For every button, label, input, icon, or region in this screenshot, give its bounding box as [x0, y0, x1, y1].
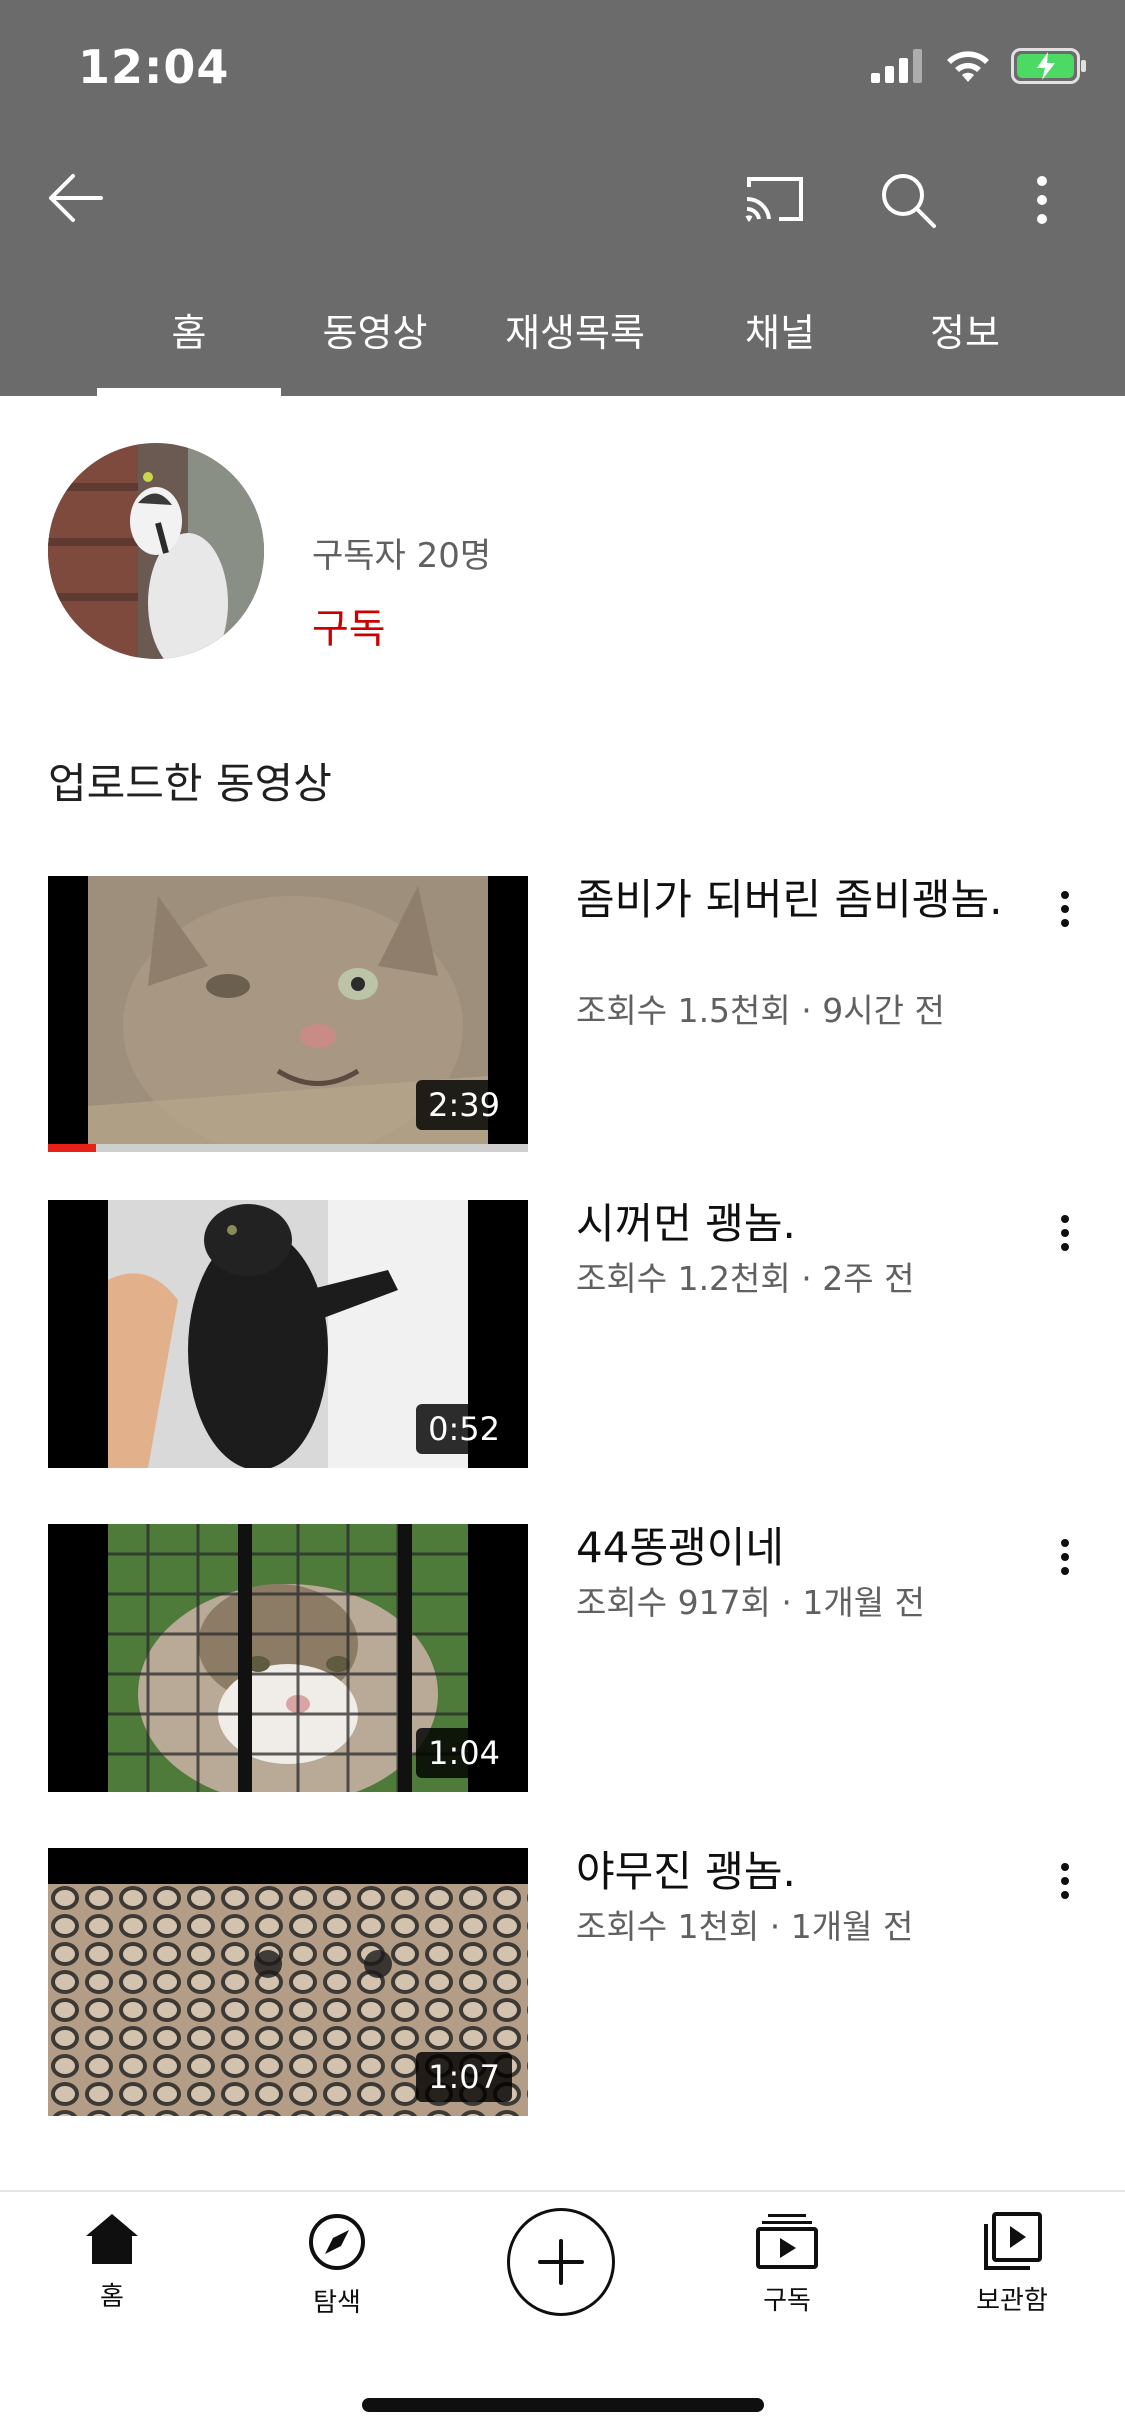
- video-more-button[interactable]: [1040, 1208, 1090, 1258]
- watch-progress-fill: [48, 1144, 96, 1152]
- bottom-nav-divider: [0, 2190, 1125, 2192]
- arrow-left-icon: [49, 174, 103, 222]
- more-vert-icon: [1061, 1215, 1069, 1251]
- video-meta: 조회수 1천회 · 1개월 전: [576, 1907, 914, 1946]
- battery-icon: [1011, 48, 1086, 84]
- compass-icon: [309, 2214, 365, 2270]
- watch-progress-bar: [48, 1144, 528, 1152]
- more-options-button[interactable]: [1022, 168, 1062, 232]
- video-item[interactable]: 2:39 좀비가 되버린 좀비괭놈. 조회수 1.5천회 · 9시간 전: [0, 876, 1125, 1152]
- video-more-button[interactable]: [1040, 884, 1090, 934]
- signal-icon: [871, 49, 922, 83]
- channel-tabs: 홈 동영상 재생목록 채널 정보: [0, 290, 1125, 396]
- video-title[interactable]: 야무진 괭놈.: [576, 1848, 1006, 1896]
- status-bar: 12:04: [0, 0, 1125, 140]
- video-duration: 1:04: [416, 1728, 512, 1778]
- tab-label: 재생목록: [505, 311, 645, 355]
- subscriber-count: 구독자 20명: [312, 536, 492, 576]
- subscribe-button[interactable]: 구독: [312, 596, 386, 654]
- tab-videos[interactable]: 동영상: [295, 290, 455, 396]
- video-thumbnail[interactable]: 1:04: [48, 1524, 528, 1792]
- channel-avatar[interactable]: [48, 443, 264, 659]
- nav-label: 탐색: [313, 2288, 361, 2318]
- section-title: 업로드한 동영상: [48, 759, 332, 808]
- video-duration: 2:39: [416, 1080, 512, 1130]
- create-button[interactable]: [507, 2208, 615, 2316]
- video-duration: 1:07: [416, 2052, 512, 2102]
- more-vert-icon: [1061, 1863, 1069, 1899]
- home-icon: [86, 2214, 138, 2264]
- tab-about[interactable]: 정보: [885, 290, 1045, 396]
- nav-home[interactable]: 홈: [32, 2212, 192, 2322]
- plus-icon: [538, 2239, 584, 2285]
- video-thumbnail[interactable]: 1:07: [48, 1848, 528, 2116]
- video-thumbnail[interactable]: 0:52: [48, 1200, 528, 1468]
- tab-playlists[interactable]: 재생목록: [485, 290, 665, 396]
- library-icon: [984, 2212, 1042, 2270]
- nav-explore[interactable]: 탐색: [257, 2212, 417, 2322]
- video-more-button[interactable]: [1040, 1532, 1090, 1582]
- more-vert-icon: [1061, 891, 1069, 927]
- video-meta: 조회수 917회 · 1개월 전: [576, 1583, 925, 1622]
- video-meta: 조회수 1.5천회 · 9시간 전: [576, 991, 945, 1030]
- wifi-icon: [947, 51, 989, 82]
- tab-home[interactable]: 홈: [97, 290, 281, 396]
- back-button[interactable]: [40, 170, 110, 226]
- search-icon: [882, 174, 936, 228]
- status-time: 12:04: [78, 40, 230, 94]
- video-title[interactable]: 44똥괭이네: [576, 1524, 1006, 1572]
- tab-label: 정보: [930, 311, 1000, 355]
- tab-label: 채널: [745, 311, 815, 355]
- video-duration: 0:52: [416, 1404, 512, 1454]
- subscriptions-icon: [756, 2214, 818, 2269]
- cast-icon: [745, 177, 803, 222]
- home-indicator: [362, 2398, 764, 2412]
- more-vert-icon: [1061, 1539, 1069, 1575]
- nav-label: 구독: [763, 2286, 811, 2316]
- video-thumbnail[interactable]: 2:39: [48, 876, 528, 1144]
- nav-label: 홈: [100, 2282, 124, 2312]
- video-meta: 조회수 1.2천회 · 2주 전: [576, 1259, 915, 1298]
- more-vert-icon: [1037, 176, 1047, 224]
- status-icons: [871, 48, 1087, 84]
- nav-subscriptions[interactable]: 구독: [707, 2212, 867, 2322]
- video-item[interactable]: 1:04 44똥괭이네 조회수 917회 · 1개월 전: [0, 1524, 1125, 1796]
- app-bar: [0, 140, 1125, 255]
- search-button[interactable]: [876, 168, 940, 232]
- cast-button[interactable]: [742, 172, 808, 226]
- video-title[interactable]: 시꺼먼 괭놈.: [576, 1200, 1006, 1248]
- nav-library[interactable]: 보관함: [932, 2212, 1092, 2322]
- tab-label: 홈: [171, 311, 207, 355]
- nav-label: 보관함: [976, 2286, 1048, 2316]
- active-tab-indicator: [97, 388, 281, 396]
- tab-label: 동영상: [322, 311, 428, 355]
- video-more-button[interactable]: [1040, 1856, 1090, 1906]
- video-item[interactable]: 1:07 야무진 괭놈. 조회수 1천회 · 1개월 전: [0, 1848, 1125, 2120]
- tab-channels[interactable]: 채널: [700, 290, 860, 396]
- video-item[interactable]: 0:52 시꺼먼 괭놈. 조회수 1.2천회 · 2주 전: [0, 1200, 1125, 1472]
- video-title[interactable]: 좀비가 되버린 좀비괭놈.: [576, 876, 1006, 924]
- channel-header: 12:04 홈 동영상 재생목록 채널 정보: [0, 0, 1125, 396]
